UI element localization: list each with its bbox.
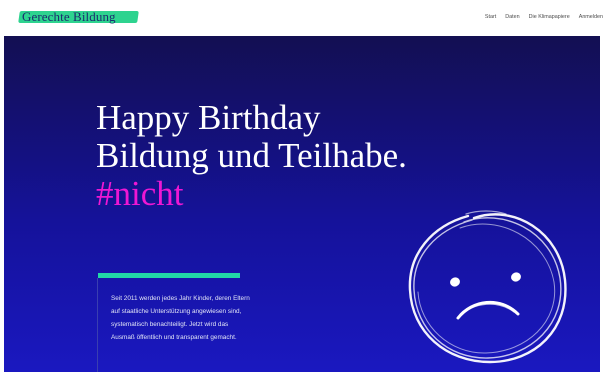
intro-line: auf staatliche Unterstützung angewiesen … bbox=[111, 308, 242, 315]
headline-line-1: Happy Birthday bbox=[96, 98, 321, 137]
logo-text[interactable]: Gerechte Bildung bbox=[22, 9, 116, 25]
nav-item-daten[interactable]: Daten bbox=[505, 14, 519, 21]
intro-text: Seit 2011 werden jedes Jahr Kinder, dere… bbox=[111, 292, 336, 344]
nav-item-start[interactable]: Start bbox=[485, 14, 496, 21]
site-header: Gerechte Bildung Start Daten Die Klimapa… bbox=[0, 0, 603, 36]
nav-item-anmelden[interactable]: Anmelden bbox=[579, 14, 603, 21]
hero-section: Happy Birthday Bildung und Teilhabe. #ni… bbox=[4, 36, 600, 372]
hashtag-nicht: #nicht bbox=[96, 174, 184, 213]
site-logo[interactable]: Gerechte Bildung bbox=[18, 9, 139, 25]
intro-line: Ausmaß öffentlich und transparent gemach… bbox=[111, 334, 237, 341]
headline-line-2: Bildung und Teilhabe. bbox=[96, 136, 407, 175]
accent-bar bbox=[98, 273, 240, 278]
page: Gerechte Bildung Start Daten Die Klimapa… bbox=[0, 0, 603, 376]
intro-line: systematisch benachteiligt. Jetzt wird d… bbox=[111, 321, 229, 328]
accent-vertical-line bbox=[97, 278, 98, 372]
intro-line: Seit 2011 werden jedes Jahr Kinder, dere… bbox=[111, 295, 250, 302]
nav-item-klimapapiere[interactable]: Die Klimapapiere bbox=[529, 14, 570, 21]
hero-headline: Happy Birthday Bildung und Teilhabe. #ni… bbox=[96, 99, 407, 213]
sad-face-icon bbox=[408, 210, 567, 364]
main-nav: Start Daten Die Klimapapiere Anmelden bbox=[485, 14, 603, 21]
